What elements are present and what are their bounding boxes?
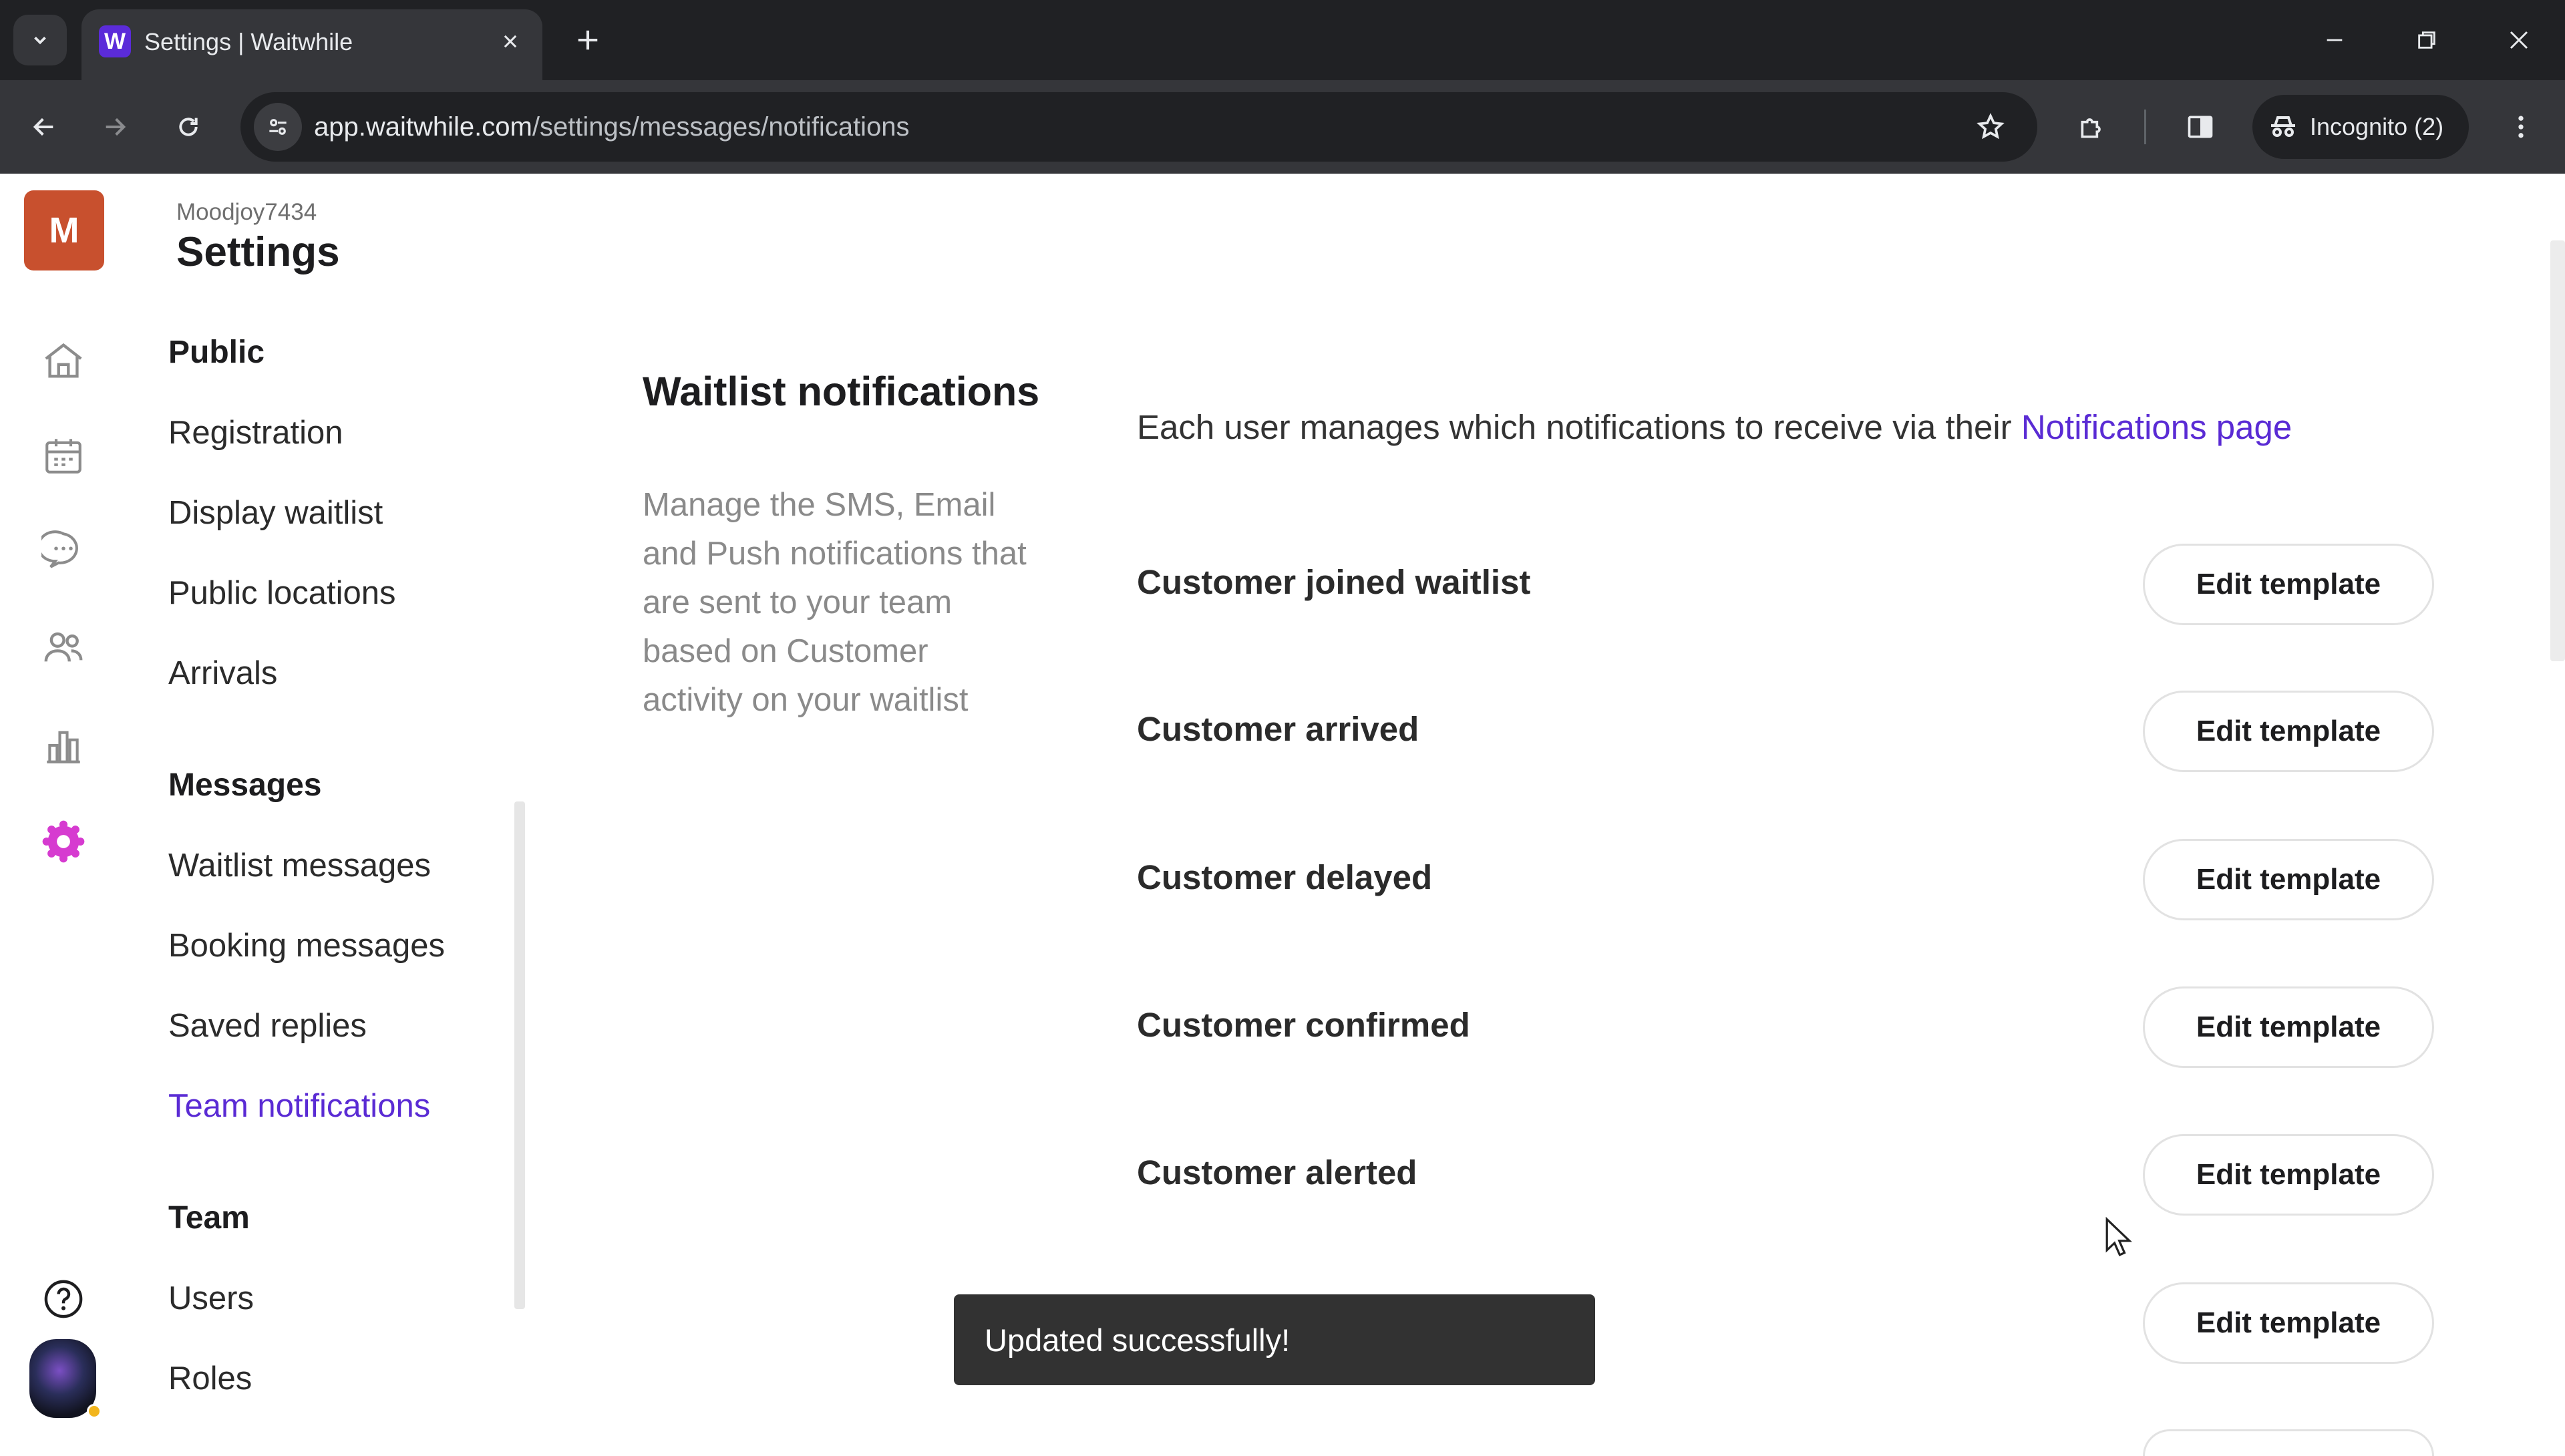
rail-analytics[interactable] bbox=[37, 719, 90, 772]
subnav-scrollbar[interactable] bbox=[514, 801, 525, 1309]
row-label-customer-delayed: Customer delayed bbox=[1137, 858, 1433, 896]
browser-tab-active[interactable]: W Settings | Waitwhile bbox=[81, 9, 542, 80]
rail-help[interactable] bbox=[37, 1272, 90, 1326]
nav-section-team: Team bbox=[168, 1200, 250, 1236]
site-info-button[interactable] bbox=[254, 103, 302, 151]
side-panel-icon bbox=[2188, 116, 2213, 138]
toast-message: Updated successfully! bbox=[985, 1322, 1291, 1358]
edit-template-button-customer-confirmed[interactable]: Edit template bbox=[2143, 986, 2434, 1068]
side-panel-button[interactable] bbox=[2175, 102, 2226, 152]
org-badge[interactable]: M bbox=[24, 190, 104, 270]
help-icon bbox=[44, 1280, 83, 1318]
tune-icon bbox=[269, 119, 287, 135]
url-host: app.waitwhile.com bbox=[314, 112, 532, 142]
toolbar-separator bbox=[2144, 110, 2146, 144]
nav-section-public: Public bbox=[168, 335, 265, 370]
settings-gear-icon bbox=[42, 820, 85, 863]
intro-text: Each user manages which notifications to… bbox=[1137, 407, 2292, 447]
edit-template-button-customer-delayed[interactable]: Edit template bbox=[2143, 839, 2434, 920]
home-icon bbox=[45, 343, 82, 378]
reload-button[interactable] bbox=[163, 102, 214, 152]
edit-template-button-row-7-partial[interactable] bbox=[2143, 1429, 2434, 1456]
puzzle-icon bbox=[2081, 118, 2101, 138]
plus-icon bbox=[578, 30, 598, 50]
rail-home[interactable] bbox=[37, 334, 90, 387]
page-title: Settings bbox=[176, 229, 340, 275]
url-text: app.waitwhile.com/settings/messages/noti… bbox=[314, 112, 910, 142]
edit-template-button-customer-arrived[interactable]: Edit template bbox=[2143, 691, 2434, 772]
row-label-customer-joined-waitlist: Customer joined waitlist bbox=[1137, 563, 1531, 601]
avatar[interactable] bbox=[29, 1339, 96, 1418]
section-description: Manage the SMS, Email and Push notificat… bbox=[643, 487, 1027, 718]
nav-item-waitlist-messages[interactable]: Waitlist messages bbox=[168, 847, 431, 884]
rail-calendar[interactable] bbox=[37, 429, 90, 482]
rail-settings[interactable] bbox=[37, 815, 90, 868]
reload-icon bbox=[179, 118, 198, 136]
edit-template-button-customer-joined-waitlist[interactable]: Edit template bbox=[2143, 544, 2434, 625]
back-button[interactable] bbox=[19, 102, 69, 152]
notifications-page-link[interactable]: Notifications page bbox=[2021, 408, 2292, 446]
minimize-button[interactable] bbox=[2298, 13, 2371, 67]
star-icon bbox=[1977, 113, 2005, 140]
bookmark-button[interactable] bbox=[1971, 107, 2011, 147]
nav-item-users[interactable]: Users bbox=[168, 1280, 254, 1317]
nav-item-team-notifications[interactable]: Team notifications bbox=[168, 1087, 430, 1125]
app-content: M Moodjoy7434 Settings Public Registrati… bbox=[0, 174, 2565, 1456]
restore-icon bbox=[2418, 31, 2435, 49]
intro-text-body: Each user manages which notifications to… bbox=[1137, 408, 2021, 446]
browser-menu-button[interactable] bbox=[2496, 102, 2546, 152]
address-bar[interactable]: app.waitwhile.com/settings/messages/noti… bbox=[240, 92, 2037, 162]
status-dot bbox=[87, 1404, 102, 1419]
rail-customers[interactable] bbox=[37, 621, 90, 675]
nav-item-booking-messages[interactable]: Booking messages bbox=[168, 927, 445, 964]
incognito-label: Incognito (2) bbox=[2310, 113, 2444, 140]
section-title: Waitlist notifications bbox=[643, 369, 1040, 414]
page-scrollbar[interactable] bbox=[2550, 240, 2565, 661]
nav-item-arrivals[interactable]: Arrivals bbox=[168, 655, 277, 692]
nav-item-saved-replies[interactable]: Saved replies bbox=[168, 1007, 367, 1045]
analytics-icon bbox=[47, 731, 80, 763]
chevron-down-icon bbox=[34, 36, 46, 45]
edit-template-button-customer-alerted[interactable]: Edit template bbox=[2143, 1134, 2434, 1216]
minimize-icon bbox=[2327, 39, 2343, 41]
row-label-customer-confirmed: Customer confirmed bbox=[1137, 1006, 1470, 1044]
nav-item-roles[interactable]: Roles bbox=[168, 1360, 252, 1397]
icon-rail: M bbox=[0, 174, 127, 1443]
incognito-icon bbox=[2271, 116, 2295, 137]
nav-item-display-waitlist[interactable]: Display waitlist bbox=[168, 494, 383, 532]
messages-icon bbox=[41, 530, 78, 568]
forward-button[interactable] bbox=[90, 102, 140, 152]
nav-item-registration[interactable]: Registration bbox=[168, 414, 343, 451]
url-path: /settings/messages/notifications bbox=[532, 112, 910, 142]
success-toast: Updated successfully! bbox=[954, 1294, 1595, 1385]
restore-button[interactable] bbox=[2390, 13, 2463, 67]
close-icon bbox=[504, 35, 517, 48]
row-label-customer-arrived: Customer arrived bbox=[1137, 710, 1419, 748]
new-tab-button[interactable] bbox=[566, 19, 609, 61]
tab-title: Settings | Waitwhile bbox=[144, 28, 353, 55]
mouse-pointer-icon bbox=[2105, 1217, 2132, 1257]
edit-template-button-row-6[interactable]: Edit template bbox=[2143, 1282, 2434, 1364]
more-vertical-icon bbox=[2518, 116, 2524, 138]
org-name: Moodjoy7434 bbox=[176, 199, 317, 225]
waitwhile-favicon-icon: W bbox=[99, 25, 131, 57]
customers-icon bbox=[44, 632, 83, 662]
arrow-left-icon bbox=[33, 118, 53, 136]
nav-section-messages: Messages bbox=[168, 767, 322, 803]
calendar-icon bbox=[45, 439, 81, 474]
rail-messages[interactable] bbox=[37, 524, 90, 577]
tab-search-button[interactable] bbox=[13, 15, 67, 65]
incognito-indicator[interactable]: Incognito (2) bbox=[2252, 95, 2469, 159]
close-icon bbox=[2510, 31, 2528, 49]
arrow-right-icon bbox=[106, 118, 126, 136]
row-label-customer-alerted: Customer alerted bbox=[1137, 1153, 1417, 1192]
extensions-button[interactable] bbox=[2067, 102, 2117, 152]
nav-item-public-locations[interactable]: Public locations bbox=[168, 574, 395, 612]
browser-toolbar: app.waitwhile.com/settings/messages/noti… bbox=[0, 80, 2565, 174]
window-close-button[interactable] bbox=[2482, 13, 2556, 67]
browser-tabstrip: W Settings | Waitwhile bbox=[0, 0, 2565, 80]
tab-close-button[interactable] bbox=[493, 24, 528, 59]
